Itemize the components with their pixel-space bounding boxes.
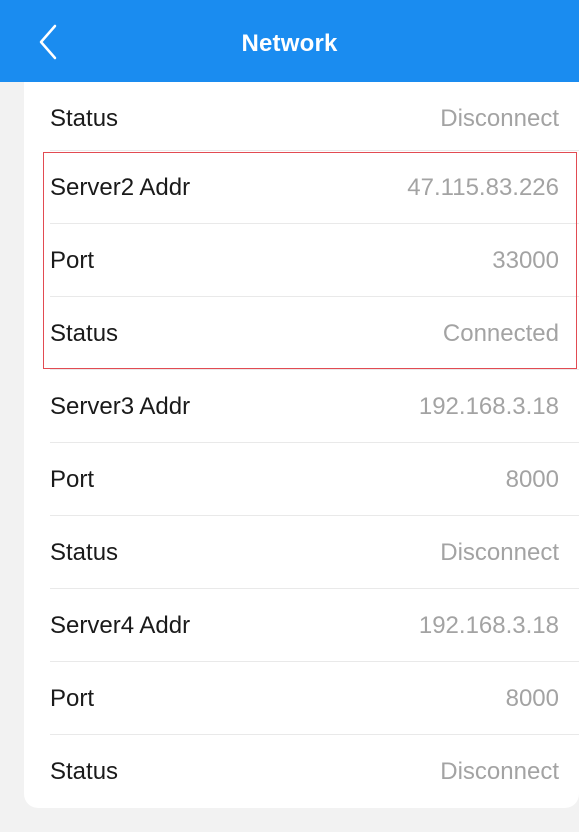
list-item-port[interactable]: Port 8000 bbox=[24, 443, 579, 516]
list-item-status[interactable]: Status Disconnect bbox=[24, 516, 579, 589]
row-value: 47.115.83.226 bbox=[407, 173, 559, 201]
page-title: Network bbox=[241, 30, 338, 57]
list-item-server2-addr[interactable]: Server2 Addr 47.115.83.226 bbox=[24, 151, 579, 224]
row-value: 8000 bbox=[505, 465, 559, 493]
app-header: Network bbox=[0, 0, 579, 82]
row-value: Connected bbox=[442, 319, 559, 347]
list-item-port[interactable]: Port 33000 bbox=[24, 224, 579, 297]
row-value: Disconnect bbox=[440, 538, 559, 566]
row-label: Port bbox=[50, 465, 95, 493]
row-value: 33000 bbox=[492, 246, 559, 274]
row-value: Disconnect bbox=[440, 104, 559, 132]
row-value: 8000 bbox=[505, 684, 559, 712]
list-item-status[interactable]: Status Connected bbox=[24, 297, 579, 370]
list-item-server3-addr[interactable]: Server3 Addr 192.168.3.18 bbox=[24, 370, 579, 443]
row-value: 192.168.3.18 bbox=[418, 392, 559, 420]
network-settings-list: Status Disconnect Server2 Addr 47.115.83… bbox=[24, 82, 579, 808]
row-label: Status bbox=[50, 104, 119, 132]
list-item-status[interactable]: Status Disconnect bbox=[24, 82, 579, 155]
row-label: Port bbox=[50, 684, 95, 712]
row-label: Status bbox=[50, 757, 119, 785]
row-label: Status bbox=[50, 319, 119, 347]
row-label: Server3 Addr bbox=[50, 392, 191, 420]
list-item-port[interactable]: Port 8000 bbox=[24, 662, 579, 735]
list-item-server4-addr[interactable]: Server4 Addr 192.168.3.18 bbox=[24, 589, 579, 662]
row-value: Disconnect bbox=[440, 757, 559, 785]
list-item-status[interactable]: Status Disconnect bbox=[24, 735, 579, 808]
row-label: Server4 Addr bbox=[50, 611, 191, 639]
row-label: Port bbox=[50, 246, 95, 274]
row-label: Server2 Addr bbox=[50, 173, 191, 201]
row-value: 192.168.3.18 bbox=[418, 611, 559, 639]
row-label: Status bbox=[50, 538, 119, 566]
